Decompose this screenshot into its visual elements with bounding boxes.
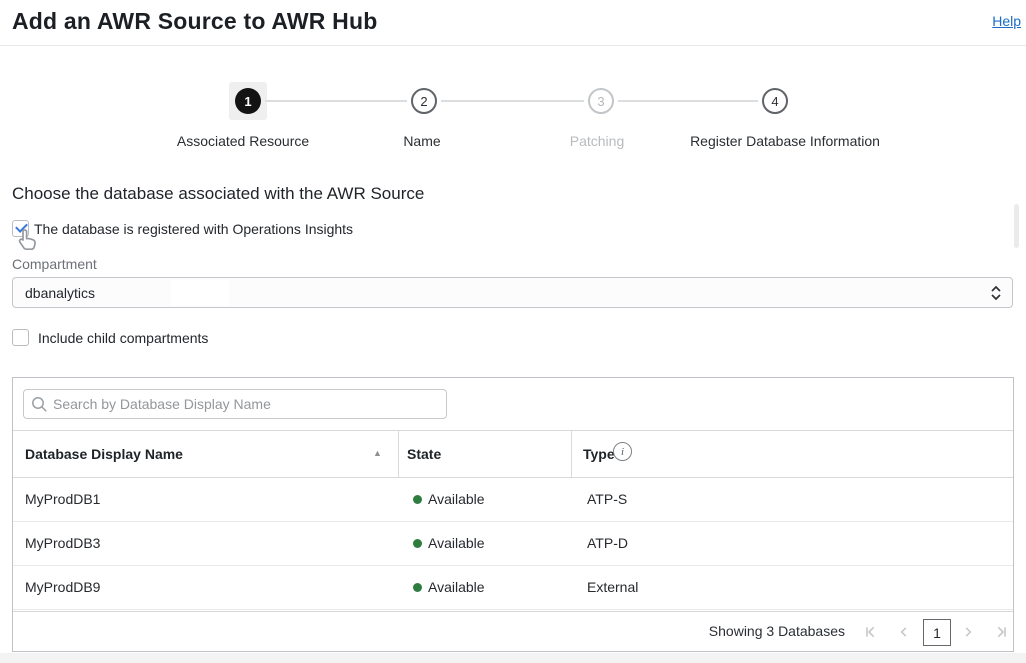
step-circle-patching: 3	[588, 88, 614, 114]
step-circle-register-database-information[interactable]: 4	[762, 88, 788, 114]
database-name-cell[interactable]: MyProdDB9	[25, 579, 100, 595]
compartment-label: Compartment	[12, 256, 97, 272]
hand-pointer-cursor-icon	[14, 227, 41, 259]
status-available-icon	[413, 583, 422, 592]
next-page-button[interactable]	[958, 622, 978, 642]
compartment-selected-value: dbanalytics	[25, 285, 95, 301]
step-circle-associated-resource[interactable]: 1	[235, 88, 261, 114]
type-cell: ATP-D	[587, 535, 628, 551]
table-row[interactable]: MyProdDB9 Available External	[13, 566, 1013, 610]
page-title: Add an AWR Source to AWR Hub	[12, 8, 378, 35]
state-text: Available	[428, 535, 485, 551]
state-cell: Available	[413, 491, 485, 507]
state-text: Available	[428, 491, 485, 507]
step-connector	[618, 100, 758, 102]
add-awr-source-page: Add an AWR Source to AWR Hub Help 1 2 3 …	[0, 0, 1026, 663]
search-icon	[31, 396, 48, 413]
step-connector	[265, 100, 407, 102]
database-name-cell[interactable]: MyProdDB1	[25, 491, 100, 507]
compartment-select[interactable]: dbanalytics	[12, 277, 1013, 308]
previous-page-button[interactable]	[894, 622, 914, 642]
step-label-patching: Patching	[570, 133, 624, 149]
table-row[interactable]: MyProdDB1 Available ATP-S	[13, 478, 1013, 522]
select-spinner-icon	[990, 284, 1002, 307]
column-header-state[interactable]: State	[407, 446, 441, 462]
table-footer: Showing 3 Databases 1	[13, 611, 1013, 651]
section-heading: Choose the database associated with the …	[12, 184, 424, 204]
state-cell: Available	[413, 579, 485, 595]
step-circle-name[interactable]: 2	[411, 88, 437, 114]
first-page-icon	[863, 624, 879, 640]
step-connector	[441, 100, 584, 102]
redacted-area	[171, 280, 229, 306]
include-child-compartments-checkbox[interactable]	[12, 329, 29, 346]
column-header-database-display-name[interactable]: Database Display Name	[25, 446, 183, 462]
first-page-button[interactable]	[861, 622, 881, 642]
help-link[interactable]: Help	[992, 13, 1021, 29]
table-row[interactable]: MyProdDB3 Available ATP-D	[13, 522, 1013, 566]
next-page-icon	[961, 625, 975, 639]
include-child-compartments-label[interactable]: Include child compartments	[38, 330, 208, 346]
column-header-type[interactable]: Type	[583, 446, 615, 462]
database-name-cell[interactable]: MyProdDB3	[25, 535, 100, 551]
page-background-strip	[0, 653, 1026, 663]
results-summary: Showing 3 Databases	[709, 623, 845, 639]
registered-with-opsi-label[interactable]: The database is registered with Operatio…	[34, 221, 353, 237]
current-page-indicator[interactable]: 1	[923, 619, 951, 646]
table-header-row: Database Display Name ▲ State Type i	[13, 430, 1013, 478]
type-cell: External	[587, 579, 638, 595]
status-available-icon	[413, 495, 422, 504]
databases-card: Database Display Name ▲ State Type i MyP…	[12, 377, 1014, 652]
step-label-name: Name	[403, 133, 440, 149]
column-divider	[398, 431, 399, 477]
last-page-icon	[993, 624, 1009, 640]
sort-ascending-icon[interactable]: ▲	[373, 448, 382, 458]
previous-page-icon	[897, 625, 911, 639]
column-divider	[571, 431, 572, 477]
step-label-register-database-information: Register Database Information	[690, 133, 880, 149]
header-divider	[0, 45, 1026, 46]
status-available-icon	[413, 539, 422, 548]
info-icon[interactable]: i	[613, 442, 632, 461]
scrollbar-thumb[interactable]	[1014, 204, 1019, 248]
state-cell: Available	[413, 535, 485, 551]
type-cell: ATP-S	[587, 491, 627, 507]
step-label-associated-resource: Associated Resource	[177, 133, 309, 149]
search-box[interactable]	[23, 389, 447, 419]
state-text: Available	[428, 579, 485, 595]
last-page-button[interactable]	[991, 622, 1011, 642]
search-input[interactable]	[51, 390, 446, 418]
